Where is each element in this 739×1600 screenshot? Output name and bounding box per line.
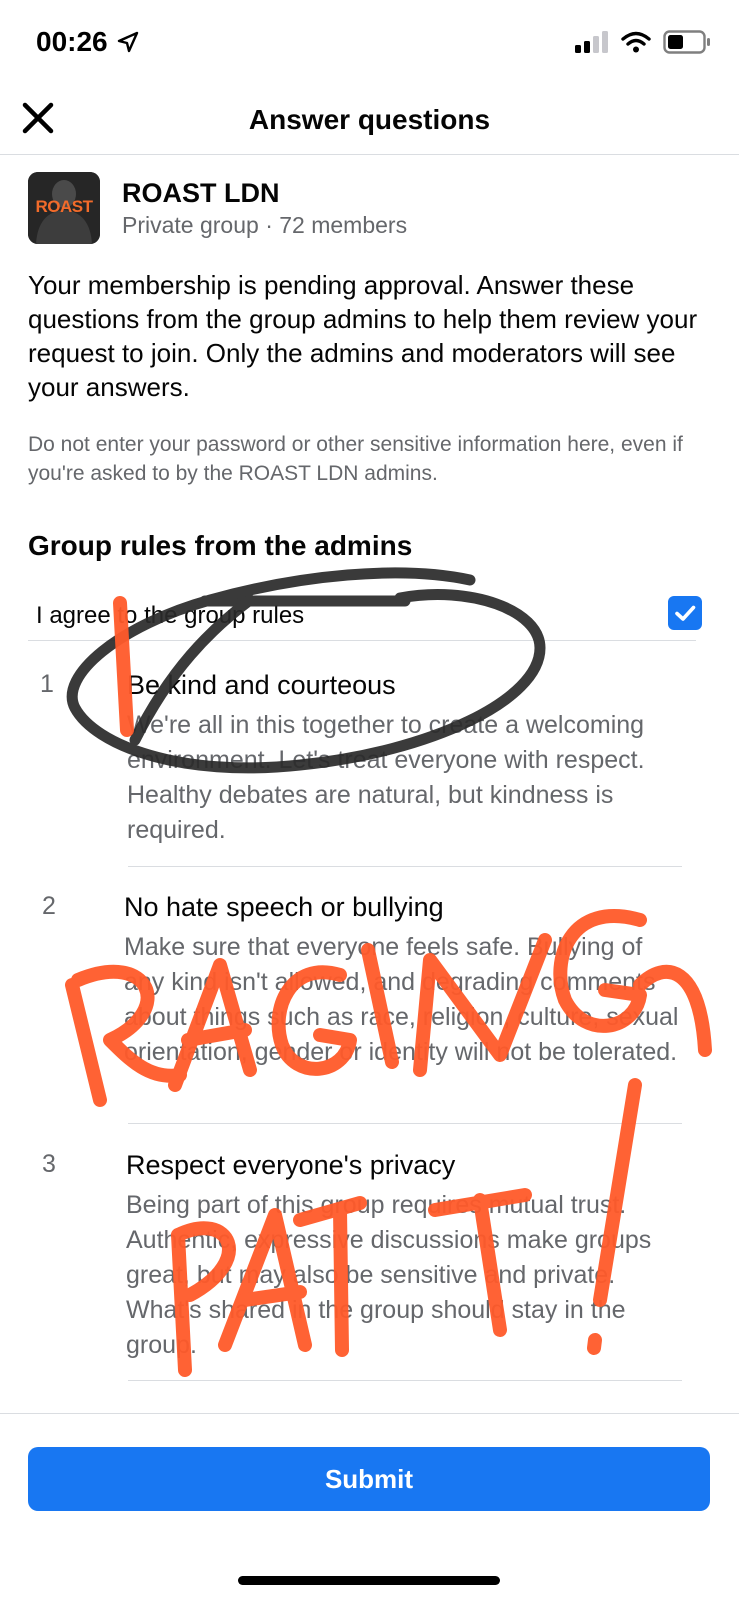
rule-description: Being part of this group requires mutual…	[126, 1191, 652, 1359]
agree-rules-label[interactable]: I agree to the group rules	[36, 602, 304, 630]
group-avatar-logo-text: ROAST	[35, 197, 94, 216]
agree-rules-checkbox[interactable]	[668, 596, 702, 630]
agree-divider	[28, 640, 696, 641]
status-time: 00:26	[36, 26, 139, 58]
close-icon	[22, 102, 54, 134]
page-title: Answer questions	[248, 104, 491, 135]
rules-heading: Group rules from the admins	[28, 530, 413, 561]
rule-divider	[128, 866, 682, 867]
status-icons	[575, 30, 711, 54]
wifi-icon	[621, 31, 651, 53]
group-meta: Private group · 72 members	[122, 212, 408, 238]
rule-description: Make sure that everyone feels safe. Bull…	[124, 933, 679, 1066]
rule-number: 1	[40, 670, 54, 698]
rule-description: We're all in this together to create a w…	[127, 711, 645, 844]
close-button[interactable]	[20, 100, 56, 136]
group-avatar[interactable]: ROAST	[28, 172, 100, 244]
checkmark-icon	[675, 605, 696, 621]
pending-approval-text: Your membership is pending approval. Ans…	[28, 270, 698, 402]
password-warning-text: Do not enter your password or other sens…	[28, 433, 683, 485]
group-name[interactable]: ROAST LDN	[122, 178, 280, 209]
footer-divider	[0, 1413, 739, 1414]
rule-number: 2	[42, 892, 56, 920]
cellular-signal-icon	[575, 31, 608, 53]
rule-divider	[128, 1380, 682, 1381]
location-arrow-icon	[118, 31, 139, 53]
submit-button[interactable]: Submit	[28, 1447, 710, 1511]
battery-icon	[663, 30, 710, 54]
rule-number: 3	[42, 1150, 56, 1178]
rule-divider	[128, 1123, 682, 1124]
rule-title: No hate speech or bullying	[124, 892, 444, 922]
rule-title: Respect everyone's privacy	[126, 1150, 456, 1180]
home-indicator[interactable]	[238, 1576, 500, 1585]
header-divider	[0, 154, 739, 155]
rule-title: Be kind and courteous	[127, 670, 396, 700]
